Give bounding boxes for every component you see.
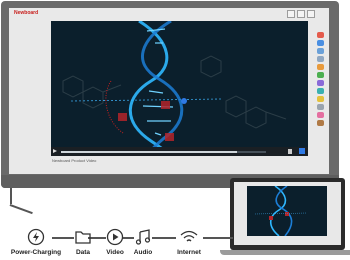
tool-purple-icon[interactable]: [317, 80, 324, 86]
wifi-icon: [179, 227, 199, 247]
port-audio: Audio: [130, 227, 156, 256]
laptop-base: [220, 250, 350, 255]
fullscreen-icon[interactable]: [299, 148, 305, 154]
port-label: Audio: [133, 249, 153, 256]
video-player[interactable]: [51, 21, 308, 156]
port-internet: Internet: [172, 227, 206, 256]
video-progress-fill: [61, 151, 238, 153]
app-logo: Newboard: [14, 10, 39, 16]
play-icon: [105, 227, 125, 247]
side-toolstrip: [317, 32, 325, 126]
dna-helix-visual: [62, 21, 287, 156]
tool-yellow-icon[interactable]: [317, 96, 324, 102]
minimize-icon[interactable]: [287, 10, 295, 18]
port-data: Data: [68, 227, 98, 256]
whiteboard-app-screen: Newboard Newboard Product Video: [9, 8, 329, 174]
window-icon[interactable]: [297, 10, 305, 18]
port-power-charging: Power-Charging: [6, 227, 66, 256]
tool-pink-icon[interactable]: [317, 112, 324, 118]
tool-teal-icon[interactable]: [317, 88, 324, 94]
video-caption: Newboard Product Video: [52, 158, 97, 163]
app-toolbar: [287, 10, 315, 18]
port-label: Internet: [177, 249, 201, 256]
tool-cross-icon[interactable]: [317, 56, 324, 62]
laptop-video-player: [247, 186, 327, 236]
video-controls: [51, 147, 308, 156]
interactive-display-monitor: Newboard Newboard Product Video: [1, 1, 339, 188]
tool-brown-icon[interactable]: [317, 120, 324, 126]
tool-orange-icon[interactable]: [317, 64, 324, 70]
tool-gray-icon[interactable]: [317, 104, 324, 110]
tool-green-icon[interactable]: [317, 72, 324, 78]
tool-red-icon[interactable]: [317, 32, 324, 38]
power-icon: [26, 227, 46, 247]
volume-icon[interactable]: [288, 149, 292, 154]
connection-cable: [10, 188, 12, 204]
laptop-dna-visual: [254, 186, 308, 236]
play-button-icon[interactable]: [53, 149, 57, 153]
laptop-screen: [230, 178, 345, 250]
tool-grid-icon[interactable]: [317, 48, 324, 54]
port-label: Data: [75, 249, 91, 256]
folder-icon: [73, 227, 93, 247]
close-icon[interactable]: [307, 10, 315, 18]
tool-blue-icon[interactable]: [317, 40, 324, 46]
port-label: Power-Charging: [10, 249, 62, 256]
port-label: Video: [106, 249, 124, 256]
laptop-mirror-screen: [234, 182, 341, 245]
connection-cable: [9, 204, 33, 214]
video-progress-bar[interactable]: [61, 151, 266, 153]
connection-cable: [203, 237, 233, 239]
music-note-icon: [133, 227, 153, 247]
port-video: Video: [100, 227, 130, 256]
